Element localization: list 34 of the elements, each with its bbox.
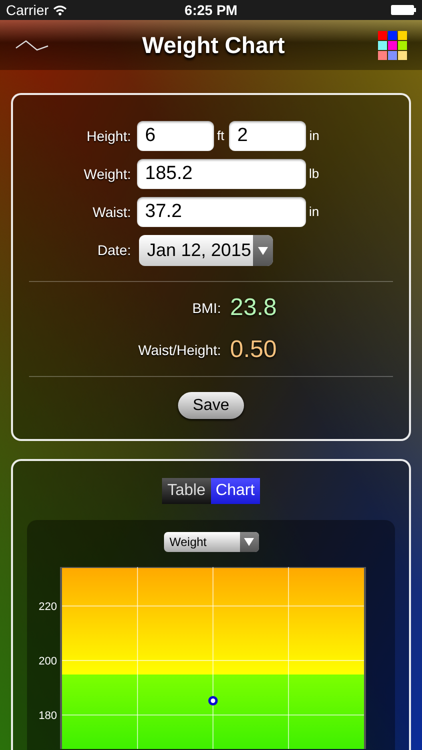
axis-tick-label: 200	[38, 655, 57, 668]
input-field[interactable]: 2	[229, 121, 306, 151]
segment-tab[interactable]: Chart	[210, 478, 260, 504]
color-grid-icon[interactable]	[378, 30, 407, 60]
save-button[interactable]: Save	[178, 392, 244, 419]
clock-time: 6:25 PM	[184, 0, 238, 20]
input-field[interactable]: 6	[137, 121, 214, 151]
screen-title: Weight Chart	[142, 30, 285, 60]
field-label: Height:	[86, 126, 132, 146]
input-field[interactable]: 37.2	[137, 197, 306, 227]
axis-tick-label: 180	[38, 710, 57, 722]
unit-label: in	[309, 127, 320, 146]
carrier-label: Carrier	[6, 0, 49, 20]
result-value: 23.8	[230, 293, 277, 323]
metric-dropdown[interactable]: Weight	[164, 532, 258, 552]
result-value: 0.50	[230, 335, 277, 365]
result-label: Waist/Height:	[137, 340, 221, 360]
line-graph-icon[interactable]	[15, 38, 49, 52]
field-label: Weight:	[82, 164, 132, 184]
unit-label: ft	[217, 127, 224, 146]
input-field[interactable]: 185.2	[137, 159, 306, 189]
battery-icon	[391, 5, 416, 15]
field-label: Waist:	[92, 202, 132, 222]
unit-label: lb	[309, 165, 320, 184]
result-label: BMI:	[191, 298, 221, 318]
data-point	[208, 696, 218, 706]
axis-tick-label: 220	[38, 600, 57, 613]
wifi-icon	[52, 4, 67, 16]
caret-icon	[257, 246, 269, 256]
date-dropdown[interactable]: Jan 12, 2015	[139, 235, 273, 266]
unit-label: in	[309, 203, 320, 222]
caret-icon	[243, 537, 255, 547]
segment-tab[interactable]: Table	[162, 478, 211, 504]
field-label: Date:	[96, 241, 132, 260]
